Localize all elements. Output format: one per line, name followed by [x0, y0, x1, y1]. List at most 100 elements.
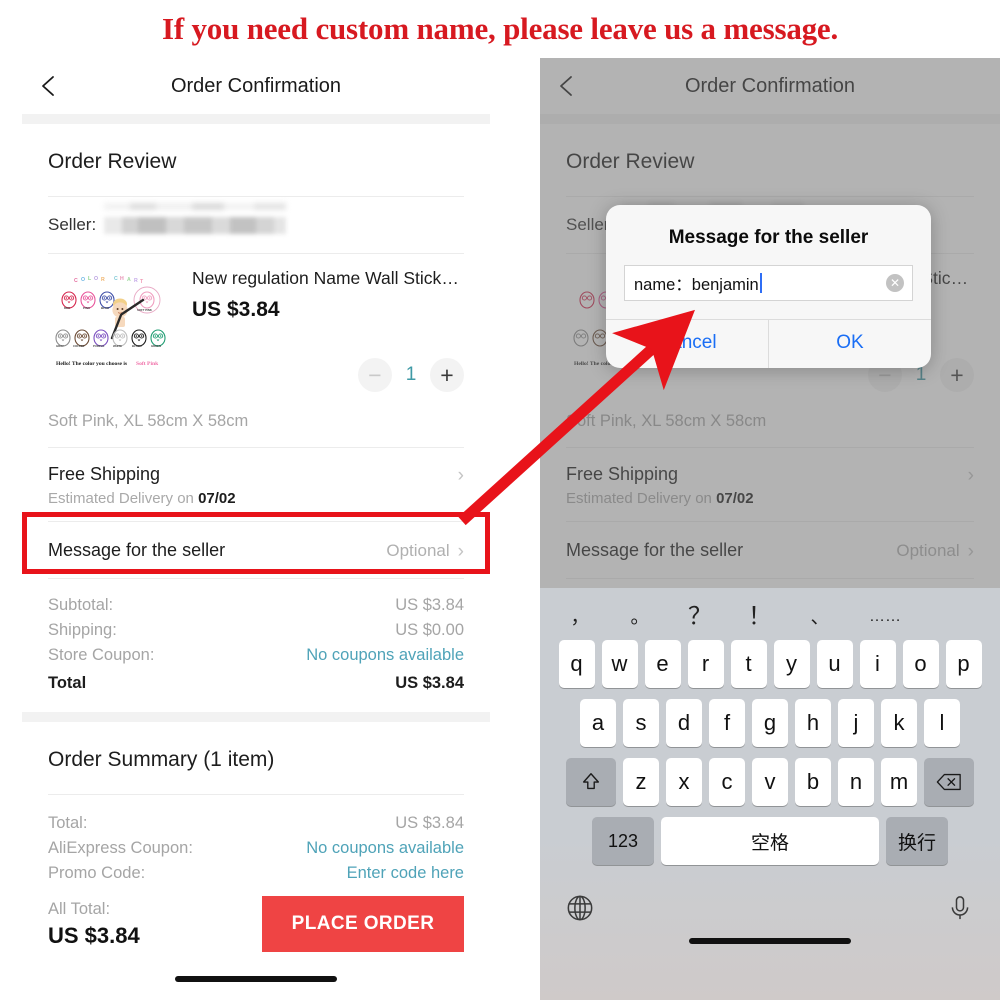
- key-t[interactable]: t: [730, 640, 767, 688]
- space-key[interactable]: 空格: [661, 817, 879, 865]
- place-order-button[interactable]: PLACE ORDER: [262, 896, 464, 952]
- key-j[interactable]: j: [838, 699, 874, 747]
- value-link[interactable]: No coupons available: [306, 646, 464, 665]
- product-variant: Soft Pink, XL 58cm X 58cm: [48, 412, 249, 430]
- message-input[interactable]: name：benjamin ✕: [624, 265, 913, 301]
- total-line-store-coupon[interactable]: Store Coupon: No coupons available: [48, 643, 464, 668]
- key-d[interactable]: d: [666, 699, 702, 747]
- svg-text:BLUE: BLUE: [101, 306, 109, 310]
- svg-text:GRAY: GRAY: [56, 344, 64, 348]
- quantity-value: 1: [405, 364, 417, 385]
- key-o[interactable]: o: [902, 640, 939, 688]
- quantity-decrease-button[interactable]: −: [358, 358, 392, 392]
- key-i[interactable]: i: [859, 640, 896, 688]
- message-value-wrap: Optional ›: [386, 539, 464, 561]
- label: Total:: [48, 814, 88, 832]
- key-x[interactable]: x: [666, 758, 702, 806]
- numeric-mode-key[interactable]: 123: [592, 817, 654, 865]
- svg-text:BLACK: BLACK: [132, 344, 142, 348]
- text-cursor: [759, 273, 762, 293]
- key-r[interactable]: r: [687, 640, 724, 688]
- order-summary-heading: Order Summary (1 item): [48, 748, 275, 771]
- home-indicator: [689, 938, 851, 944]
- dialog-field-wrap: name：benjamin ✕: [606, 265, 931, 319]
- key-v[interactable]: v: [752, 758, 788, 806]
- label: Total: [48, 674, 87, 692]
- svg-text:PURPLE: PURPLE: [93, 344, 104, 348]
- svg-text:Hello! The color you choose is: Hello! The color you choose is: [56, 361, 128, 367]
- value-link[interactable]: No coupons available: [306, 839, 464, 858]
- key-q[interactable]: q: [558, 640, 595, 688]
- order-review-heading: Order Review: [48, 150, 177, 173]
- key-e[interactable]: e: [644, 640, 681, 688]
- svg-text:RED: RED: [64, 306, 71, 310]
- svg-text:H: H: [120, 276, 124, 282]
- shipping-row[interactable]: Free Shipping Estimated Delivery on 07/0…: [48, 448, 464, 521]
- all-total-value: US $3.84: [48, 922, 140, 948]
- label: Promo Code:: [48, 864, 146, 882]
- home-indicator-wrap-left: [22, 952, 490, 982]
- product-title: New regulation Name Wall Sticke...: [192, 268, 464, 288]
- globe-icon[interactable]: [566, 894, 594, 922]
- svg-text:L: L: [88, 276, 92, 282]
- svg-text:GREEN: GREEN: [151, 344, 161, 348]
- summary-line-promo-code[interactable]: Promo Code: Enter code here: [48, 861, 464, 886]
- punct-key-period[interactable]: 。: [610, 608, 670, 627]
- backspace-icon[interactable]: [924, 758, 974, 806]
- key-p[interactable]: p: [945, 640, 982, 688]
- nav-divider-band: [22, 114, 490, 124]
- shipping-estimate: Estimated Delivery on 07/02: [48, 490, 236, 507]
- product-row[interactable]: CO LO R CH AR T RED PINK BLUE SOFT PINK …: [48, 254, 464, 394]
- seller-name-redacted: [104, 216, 287, 234]
- quantity-increase-button[interactable]: +: [430, 358, 464, 392]
- keyboard-bottom-bar: [540, 876, 1000, 922]
- punct-key-backtick[interactable]: 、: [790, 608, 850, 627]
- punct-key-comma[interactable]: ，: [550, 608, 610, 627]
- keyboard-punctuation-row: ， 。 ？ ！ 、 ……: [540, 594, 1000, 640]
- key-l[interactable]: l: [924, 699, 960, 747]
- right-phone-screen: Order Confirmation Order Review Seller:: [540, 58, 1000, 1000]
- key-f[interactable]: f: [709, 699, 745, 747]
- clear-text-icon[interactable]: ✕: [886, 274, 904, 292]
- product-thumbnail[interactable]: CO LO R CH AR T RED PINK BLUE SOFT PINK …: [48, 268, 178, 388]
- shift-arrow-icon[interactable]: [566, 758, 616, 806]
- punct-key-ellipsis[interactable]: ……: [850, 609, 920, 625]
- key-g[interactable]: g: [752, 699, 788, 747]
- shipping-chevron-wrap[interactable]: ›: [458, 464, 464, 485]
- key-w[interactable]: w: [601, 640, 638, 688]
- value-link[interactable]: Enter code here: [347, 864, 464, 883]
- key-c[interactable]: c: [709, 758, 745, 806]
- cancel-button[interactable]: Cancel: [606, 320, 768, 368]
- svg-text:O: O: [81, 277, 85, 283]
- key-s[interactable]: s: [623, 699, 659, 747]
- key-a[interactable]: a: [580, 699, 616, 747]
- label: Store Coupon:: [48, 646, 155, 664]
- back-chevron-icon[interactable]: [36, 73, 62, 99]
- all-total-label: All Total:: [48, 899, 111, 918]
- section-divider-band: [22, 712, 490, 722]
- punct-key-question[interactable]: ？: [670, 605, 730, 629]
- punct-key-exclamation[interactable]: ！: [730, 605, 790, 629]
- key-n[interactable]: n: [838, 758, 874, 806]
- message-for-seller-row[interactable]: Message for the seller Optional ›: [48, 522, 464, 578]
- key-y[interactable]: y: [773, 640, 810, 688]
- key-u[interactable]: u: [816, 640, 853, 688]
- key-m[interactable]: m: [881, 758, 917, 806]
- key-h[interactable]: h: [795, 699, 831, 747]
- page-title: Order Confirmation: [170, 74, 342, 97]
- return-key[interactable]: 换行: [886, 817, 948, 865]
- quantity-stepper[interactable]: − 1 +: [358, 358, 464, 392]
- total-line-shipping: Shipping: US $0.00: [48, 618, 464, 643]
- ok-button[interactable]: OK: [768, 320, 931, 368]
- keyboard-row-3: z x c v b n m: [540, 758, 1000, 806]
- microphone-icon[interactable]: [946, 894, 974, 922]
- summary-line-aliexpress-coupon[interactable]: AliExpress Coupon: No coupons available: [48, 836, 464, 861]
- keyboard-row-1: q w e r t y u i o p: [540, 640, 1000, 688]
- key-k[interactable]: k: [881, 699, 917, 747]
- key-z[interactable]: z: [623, 758, 659, 806]
- key-b[interactable]: b: [795, 758, 831, 806]
- svg-text:T: T: [140, 279, 144, 285]
- seller-row: Seller:: [48, 197, 464, 253]
- dialog-actions: Cancel OK: [606, 319, 931, 368]
- total-line-total: Total US $3.84: [48, 668, 464, 696]
